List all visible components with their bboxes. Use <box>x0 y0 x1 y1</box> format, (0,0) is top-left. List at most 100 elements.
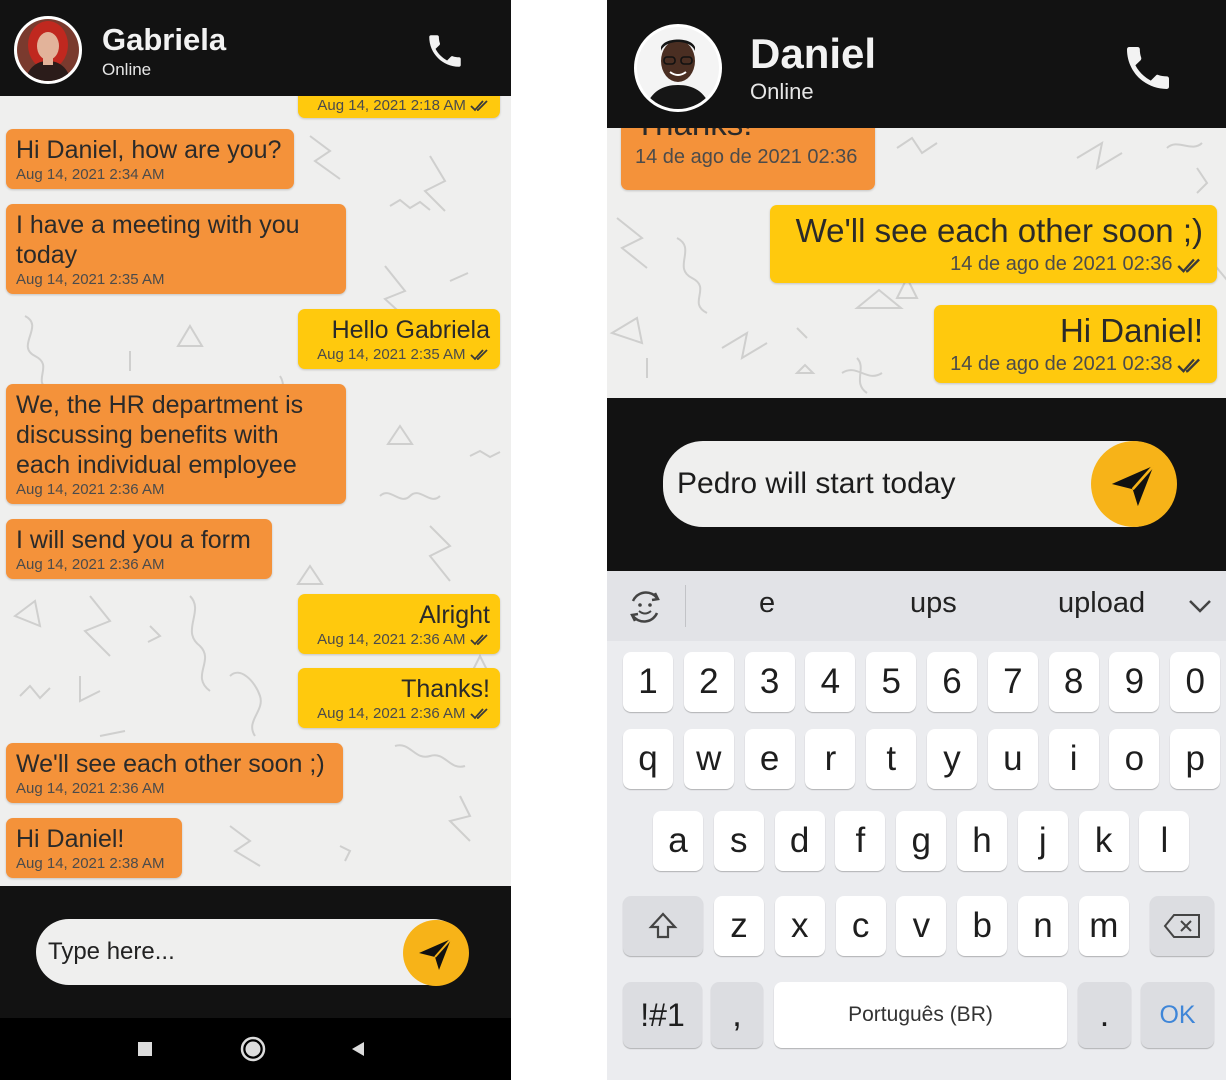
key-w[interactable]: w <box>683 729 734 789</box>
message-bubble[interactable]: Alright Aug 14, 2021 2:36 AM <box>298 594 500 654</box>
backspace-icon <box>1163 914 1200 938</box>
nav-back-button[interactable] <box>328 1018 388 1080</box>
key-3[interactable]: 3 <box>744 652 795 712</box>
key-4[interactable]: 4 <box>805 652 856 712</box>
key-0[interactable]: 0 <box>1170 652 1221 712</box>
shift-key[interactable] <box>623 896 703 956</box>
key-c[interactable]: c <box>835 896 886 956</box>
message-bubble[interactable]: Hi Daniel! Aug 14, 2021 2:38 AM <box>6 818 182 878</box>
message-meta: 14 de ago de 2021 02:36 <box>784 251 1203 277</box>
android-navigation-bar <box>0 1018 511 1080</box>
double-check-icon <box>470 349 488 361</box>
key-9[interactable]: 9 <box>1109 652 1160 712</box>
phone-icon[interactable] <box>1120 40 1176 96</box>
message-bubble[interactable]: Hi Daniel, how are you? Aug 14, 2021 2:3… <box>6 129 294 189</box>
key-i[interactable]: i <box>1048 729 1099 789</box>
chat-area[interactable]: Thanks! 14 de ago de 2021 02:36 We'll se… <box>607 128 1226 398</box>
message-time: Aug 14, 2021 2:36 AM <box>16 556 165 573</box>
ok-key[interactable]: OK <box>1141 982 1214 1048</box>
key-t[interactable]: t <box>866 729 917 789</box>
key-5[interactable]: 5 <box>866 652 917 712</box>
contact-status: Online <box>102 60 152 79</box>
key-u[interactable]: u <box>987 729 1038 789</box>
suggestion-3[interactable]: upload <box>1058 587 1145 620</box>
key-h[interactable]: h <box>957 811 1007 871</box>
key-2[interactable]: 2 <box>683 652 734 712</box>
message-bubble[interactable]: We'll see each other soon ;) 14 de ago d… <box>770 205 1217 283</box>
backspace-key[interactable] <box>1150 896 1214 956</box>
comma-key[interactable]: , <box>711 982 763 1048</box>
message-meta: Aug 14, 2021 2:36 AM <box>308 630 490 650</box>
suggestion-1[interactable]: e <box>759 587 775 620</box>
period-key[interactable]: . <box>1078 982 1131 1048</box>
message-bubble[interactable]: I have a meeting with you today Aug 14, … <box>6 204 346 294</box>
key-f[interactable]: f <box>835 811 886 871</box>
avatar-image <box>637 27 719 109</box>
chat-header: Gabriela Online <box>0 0 511 96</box>
message-bubble[interactable]: We, the HR department is discussing bene… <box>6 384 346 504</box>
message-bubble[interactable]: Hi Daniel! 14 de ago de 2021 02:38 <box>934 305 1217 383</box>
message-bubble[interactable]: I will send you a form Aug 14, 2021 2:36… <box>6 519 272 579</box>
contact-name: Daniel <box>750 30 877 77</box>
message-bubble[interactable]: Hello Gabriela Aug 14, 2021 2:35 AM <box>298 309 500 369</box>
phone-icon[interactable] <box>424 30 466 72</box>
message-time: Aug 14, 2021 2:18 AM <box>317 97 466 114</box>
avatar[interactable] <box>14 16 82 84</box>
key-x[interactable]: x <box>774 896 825 956</box>
key-r[interactable]: r <box>805 729 856 789</box>
chevron-down-icon[interactable] <box>1187 597 1213 615</box>
key-8[interactable]: 8 <box>1048 652 1099 712</box>
key-o[interactable]: o <box>1109 729 1160 789</box>
key-k[interactable]: k <box>1078 811 1129 871</box>
key-s[interactable]: s <box>713 811 764 871</box>
message-text: I will send you a form <box>16 526 251 554</box>
message-time: Aug 14, 2021 2:36 AM <box>317 705 466 722</box>
send-button[interactable] <box>1091 441 1177 527</box>
key-1[interactable]: 1 <box>623 652 673 712</box>
message-input[interactable] <box>36 919 466 985</box>
key-p[interactable]: p <box>1170 729 1221 789</box>
emoji-sync-icon[interactable] <box>625 587 665 627</box>
message-text: Hi Daniel! <box>1059 312 1203 349</box>
send-icon <box>419 938 452 970</box>
key-6[interactable]: 6 <box>927 652 977 712</box>
avatar-image <box>17 19 79 81</box>
avatar[interactable] <box>634 24 722 112</box>
key-n[interactable]: n <box>1018 896 1068 956</box>
suggestion-2[interactable]: ups <box>910 587 957 620</box>
symbols-key[interactable]: !#1 <box>623 982 702 1048</box>
chat-area[interactable]: Aug 14, 2021 2:18 AM Hi Daniel, how are … <box>0 96 511 886</box>
message-bubble-partial[interactable]: Aug 14, 2021 2:18 AM <box>298 96 500 118</box>
right-phone-screen: Thanks! 14 de ago de 2021 02:36 We'll se… <box>607 0 1226 1080</box>
send-button[interactable] <box>403 920 469 986</box>
key-y[interactable]: y <box>927 729 977 789</box>
key-7[interactable]: 7 <box>987 652 1038 712</box>
suggestion-bar: e ups upload <box>607 571 1226 641</box>
key-q[interactable]: q <box>623 729 673 789</box>
key-g[interactable]: g <box>896 811 947 871</box>
message-bubble[interactable]: Thanks! 14 de ago de 2021 02:36 <box>621 128 875 190</box>
key-z[interactable]: z <box>714 896 764 956</box>
key-m[interactable]: m <box>1078 896 1129 956</box>
soft-keyboard: e ups upload 1234567890qwertyuiopasdfghj… <box>607 571 1226 1080</box>
message-text: Thanks! <box>635 128 861 144</box>
key-j[interactable]: j <box>1017 811 1068 871</box>
key-e[interactable]: e <box>744 729 795 789</box>
message-time: 14 de ago de 2021 02:38 <box>950 353 1173 375</box>
message-bubble[interactable]: We'll see each other soon ;) Aug 14, 202… <box>6 743 343 803</box>
nav-recents-button[interactable] <box>115 1018 175 1080</box>
message-bubble[interactable]: Thanks! Aug 14, 2021 2:36 AM <box>298 668 500 728</box>
shift-icon <box>648 912 678 939</box>
key-l[interactable]: l <box>1139 811 1190 871</box>
key-b[interactable]: b <box>957 896 1008 956</box>
key-d[interactable]: d <box>774 811 825 871</box>
double-check-icon <box>1177 258 1200 273</box>
space-key[interactable]: Português (BR) <box>774 982 1067 1048</box>
message-time: Aug 14, 2021 2:36 AM <box>16 780 165 797</box>
nav-home-button[interactable] <box>223 1018 283 1080</box>
key-v[interactable]: v <box>896 896 947 956</box>
message-input-bar <box>607 398 1226 571</box>
key-a[interactable]: a <box>653 811 703 871</box>
message-text: Hi Daniel! <box>16 825 125 853</box>
message-meta: 14 de ago de 2021 02:38 <box>948 351 1203 377</box>
